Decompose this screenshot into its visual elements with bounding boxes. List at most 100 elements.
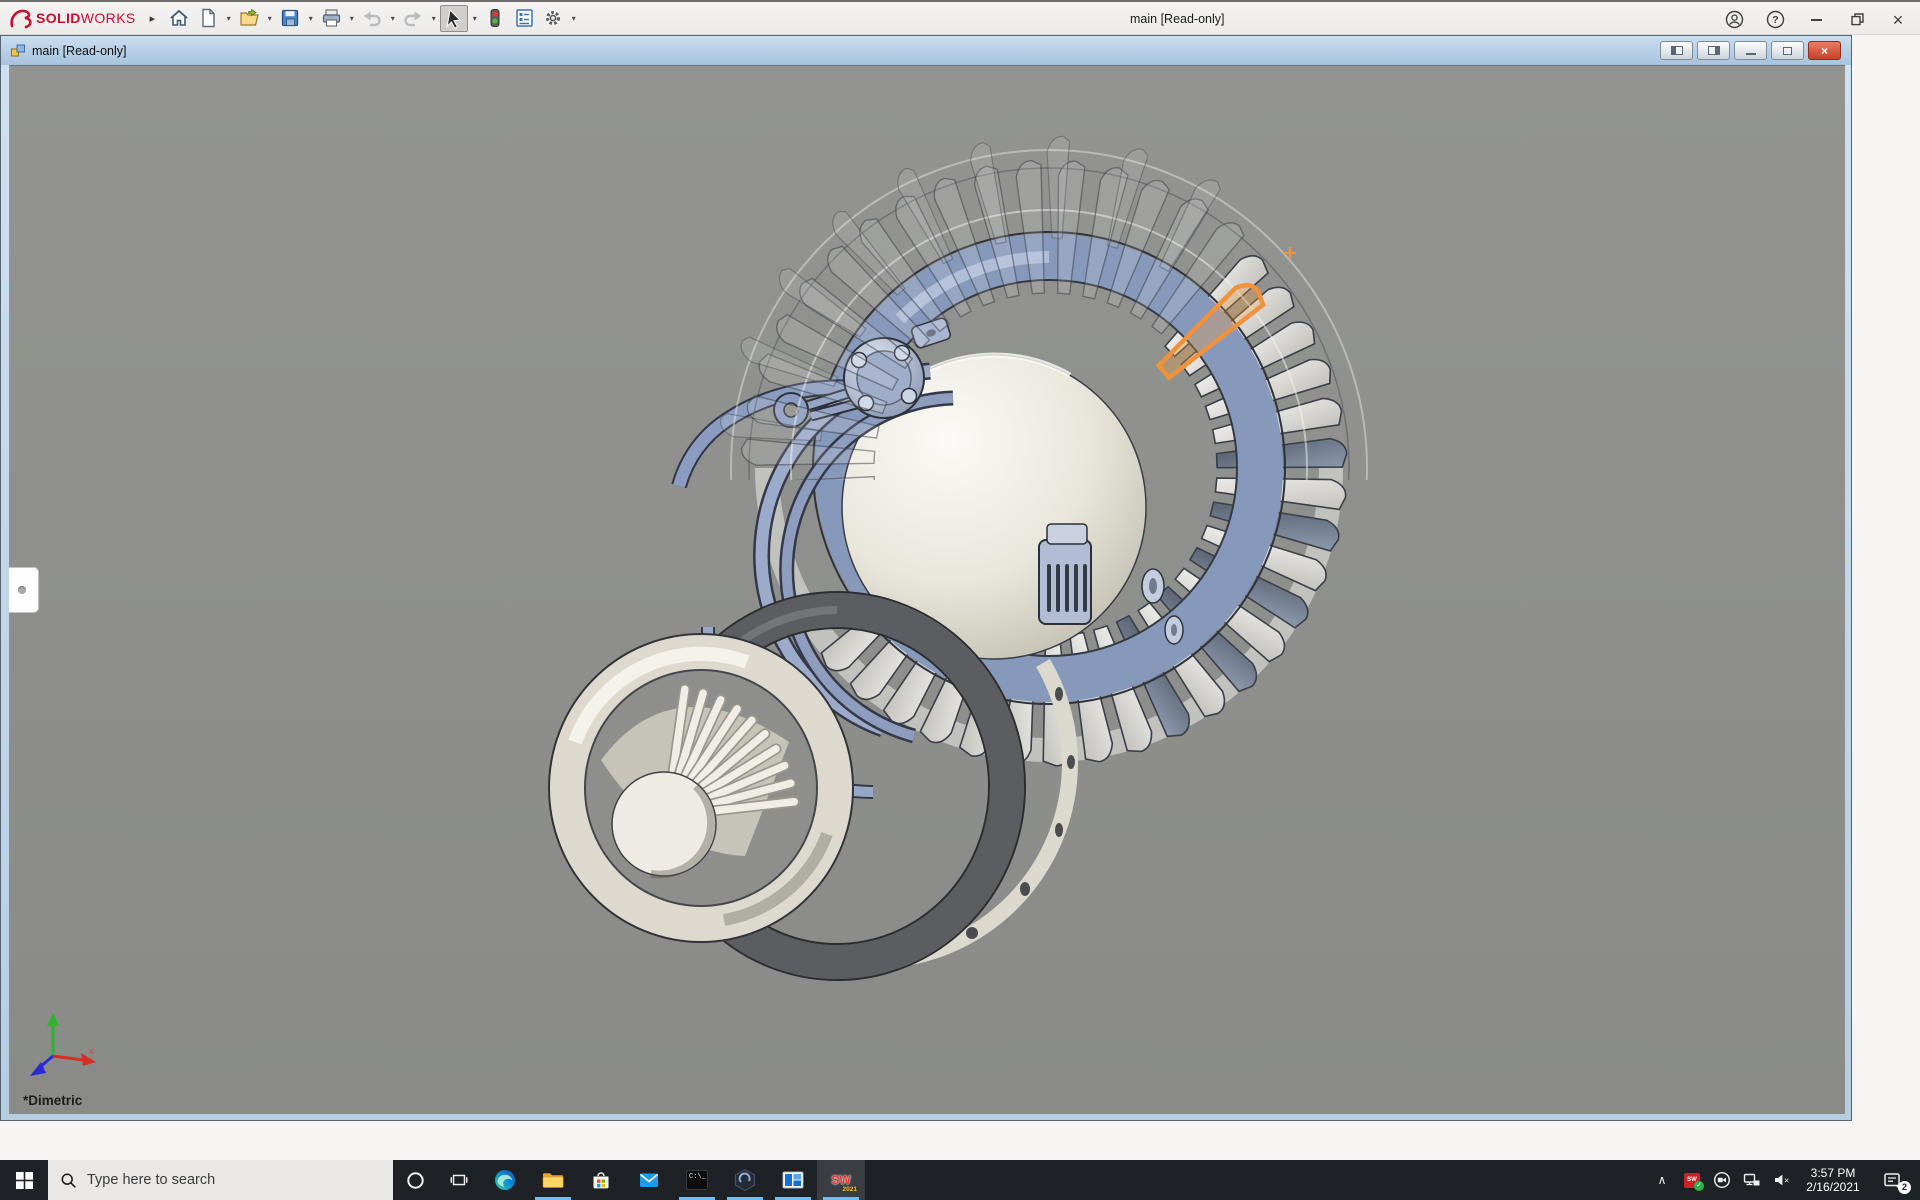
meet-now-camera-icon [1713,1171,1731,1189]
new-document-button[interactable] [194,5,222,32]
action-center-button[interactable]: 2 [1870,1160,1914,1200]
open-button[interactable] [235,5,263,32]
command-prompt-icon: C:\_ [686,1170,708,1190]
engine-3d-model[interactable] [9,66,1845,1114]
solidworks-shield-icon: SW ✓ [1684,1173,1700,1188]
doc-restore-button[interactable] [1771,41,1804,60]
network-icon [1743,1171,1761,1189]
tray-meet-now[interactable] [1708,1160,1736,1200]
taskbar-app-hexagon-tool[interactable] [721,1160,769,1200]
select-tool-button[interactable] [440,5,468,32]
cortana-button[interactable] [393,1160,437,1200]
task-view-icon [449,1170,469,1190]
quick-access-toolbar: ▾ ▾ ▾ ▾ ▾ [165,5,579,32]
home-icon [168,7,190,29]
taskbar-search[interactable] [48,1160,393,1200]
volume-muted-icon: × [1773,1171,1791,1189]
taskbar-spacer [865,1160,1648,1200]
redo-dropdown[interactable]: ▾ [428,14,439,23]
print-button[interactable] [317,5,345,32]
tray-network[interactable] [1738,1160,1766,1200]
minimize-icon [1811,19,1822,21]
document-titlebar: main [Read-only] × [1,36,1851,65]
menu-flyout-arrow[interactable]: ▸ [150,12,156,25]
taskbar-app-mail[interactable] [625,1160,673,1200]
pane-left-button[interactable] [1660,41,1693,60]
search-input[interactable] [87,1172,367,1188]
help-button[interactable]: ? [1765,10,1785,30]
select-tool-dropdown[interactable]: ▾ [469,14,480,23]
triad-y-arrowhead [47,1013,59,1026]
select-cursor-icon [443,7,465,29]
taskbar-app-file-explorer[interactable] [529,1160,577,1200]
start-button[interactable] [0,1160,48,1200]
doc-minimize-icon [1746,53,1756,56]
tray-overflow-chevron[interactable]: ∧ [1648,1160,1676,1200]
redo-icon [402,7,424,29]
solidworks-logo: SOLIDWORKS [8,7,136,29]
notification-badge: 2 [1898,1181,1911,1194]
redo-button[interactable] [399,5,427,32]
taskbar-app-edge[interactable] [481,1160,529,1200]
solidworks-app-icon: SW 2021 [828,1168,854,1192]
triad-x-label: x [89,1046,94,1057]
document-window: main [Read-only] × [0,35,1852,1121]
solidworks-wordmark: SOLIDWORKS [36,10,136,26]
svg-text:?: ? [1772,14,1778,26]
orientation-triad[interactable]: x [19,1012,115,1084]
microsoft-store-icon [589,1168,613,1192]
gear-icon [542,7,564,29]
featuremanager-collapsed-tab[interactable] [9,567,39,613]
options-dropdown[interactable]: ▾ [568,14,579,23]
restore-button[interactable] [1847,10,1867,30]
view-orientation-label: *Dimetric [23,1093,82,1108]
rebuild-traffic-light-icon [484,7,506,29]
file-properties-icon [513,7,535,29]
close-button[interactable]: × [1888,10,1908,30]
doc-minimize-button[interactable] [1734,41,1767,60]
document-title: main [Read-only] [32,44,127,58]
print-dropdown[interactable]: ▾ [346,14,357,23]
account-button[interactable] [1724,10,1744,30]
undo-dropdown[interactable]: ▾ [387,14,398,23]
print-icon [320,7,342,29]
window-app-icon [781,1168,805,1192]
document-window-controls: × [1660,41,1841,60]
assembly-document-icon [10,43,26,58]
doc-restore-icon [1783,47,1792,55]
home-button[interactable] [165,5,193,32]
taskbar-app-blue-window-tool[interactable] [769,1160,817,1200]
doc-close-button[interactable]: × [1808,41,1841,60]
tray-volume-muted[interactable]: × [1768,1160,1796,1200]
new-document-dropdown[interactable]: ▾ [223,14,234,23]
save-dropdown[interactable]: ▾ [305,14,316,23]
file-explorer-icon [541,1168,565,1192]
solidworks-logo-icon [8,7,32,29]
tray-solidworks-monitor[interactable]: SW ✓ [1678,1160,1706,1200]
pane-right-button[interactable] [1697,41,1730,60]
task-view-button[interactable] [437,1160,481,1200]
undo-button[interactable] [358,5,386,32]
model-viewport[interactable]: x *Dimetric [9,65,1845,1114]
save-button[interactable] [276,5,304,32]
taskbar-app-command-prompt[interactable]: C:\_ [673,1160,721,1200]
pane-left-icon [1671,46,1683,55]
undo-icon [361,7,383,29]
options-button[interactable] [539,5,567,32]
chevron-up-icon: ∧ [1658,1173,1667,1187]
minimize-button[interactable] [1806,10,1826,30]
open-folder-icon [238,7,260,29]
tray-clock[interactable]: 3:57 PM 2/16/2021 [1798,1166,1868,1194]
taskbar-app-solidworks[interactable]: SW 2021 [817,1160,865,1200]
pane-right-icon [1708,46,1720,55]
rebuild-button[interactable] [481,5,509,32]
featuremanager-tab-dot [18,586,26,594]
taskbar-app-microsoft-store[interactable] [577,1160,625,1200]
open-dropdown[interactable]: ▾ [264,14,275,23]
check-icon: ✓ [1694,1181,1704,1191]
tray-date: 2/16/2021 [1802,1180,1864,1194]
account-icon [1725,10,1744,29]
window-title: main [Read-only] [1130,12,1225,26]
file-properties-button[interactable] [510,5,538,32]
system-tray: ∧ SW ✓ × [1648,1160,1920,1200]
